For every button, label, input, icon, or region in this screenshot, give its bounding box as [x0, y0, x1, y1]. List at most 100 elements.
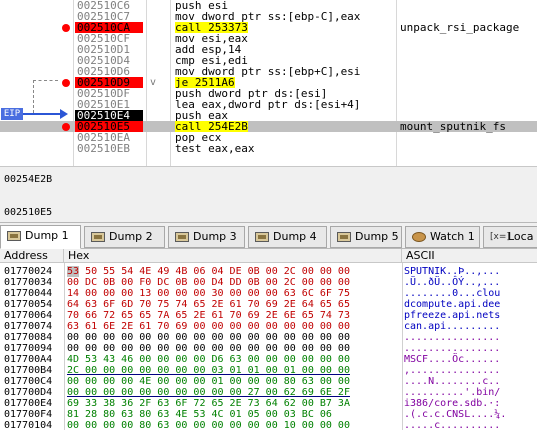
memory-icon: [255, 232, 269, 242]
dump-selected-byte[interactable]: 53: [67, 266, 80, 277]
tab-watch-1[interactable]: Watch 1: [405, 226, 480, 248]
dump-address: 01770034: [4, 277, 53, 288]
memory-icon: [175, 232, 189, 242]
breakpoint-icon[interactable]: [62, 123, 70, 131]
dump-address: 017700E4: [4, 398, 53, 409]
dump-row[interactable]: 01770104 00 00 00 00 80 63 00 00 00 00 00…: [0, 421, 537, 430]
dump-row[interactable]: 017700D4 00 00 00 00 00 00 00 00 00 00 27…: [0, 388, 537, 398]
dump-hex-bytes[interactable]: 00 00 00 00 80 63 00 00 00 00 00 00 10 0…: [67, 421, 350, 430]
dump-hex-bytes[interactable]: 2C 00 00 00 00 00 00 00 03 01 01 00 01 0…: [67, 366, 350, 376]
tab-label: Dump 1: [25, 229, 69, 242]
dump-ascii[interactable]: ........0...clou: [404, 289, 500, 299]
tab-label: Loca: [508, 230, 534, 243]
tab-dump-3[interactable]: Dump 3: [168, 226, 245, 248]
dump-ascii[interactable]: ,...............: [404, 366, 500, 376]
column-header-address[interactable]: Address: [0, 249, 64, 263]
column-header-ascii[interactable]: ASCII: [402, 249, 537, 263]
dump-row[interactable]: 017700F4 81 28 80 63 80 63 4E 53 4C 01 05…: [0, 410, 537, 420]
dump-address: 01770084: [4, 332, 53, 343]
dump-ascii[interactable]: ................: [404, 344, 500, 354]
eip-arrow: [23, 113, 63, 115]
tab-label: Dump 4: [273, 230, 317, 243]
breakpoint-icon[interactable]: [62, 79, 70, 87]
tab-dump-4[interactable]: Dump 4: [248, 226, 327, 248]
breakpoint-slot[interactable]: [62, 68, 70, 76]
column-header-hex[interactable]: Hex: [64, 249, 402, 263]
dump-row[interactable]: 01770064 70 66 72 65 65 7A 65 2E 61 70 69…: [0, 311, 537, 321]
dump-ascii[interactable]: dcompute.api.dee: [404, 300, 500, 310]
dump-address: 017700D4: [4, 387, 53, 398]
breakpoint-slot[interactable]: [62, 46, 70, 54]
dump-hex-bytes[interactable]: 63 61 6E 2E 61 70 69 00 00 00 00 00 00 0…: [67, 322, 350, 332]
breakpoint-slot[interactable]: [62, 145, 70, 153]
breakpoint-slot[interactable]: [62, 57, 70, 65]
breakpoint-slot[interactable]: [62, 13, 70, 21]
dump-hex-bytes[interactable]: 00 00 00 00 00 00 00 00 00 00 00 00 00 0…: [67, 344, 350, 354]
breakpoint-slot[interactable]: [62, 90, 70, 98]
dump-ascii[interactable]: can.api.........: [404, 322, 500, 332]
dump-ascii[interactable]: ..........'.bin/: [404, 388, 500, 398]
dump-column-headers: Address Hex ASCII: [0, 249, 537, 263]
dump-row[interactable]: 017700A4 4D 53 43 46 00 00 00 00 D6 63 00…: [0, 355, 537, 365]
dump-row[interactable]: 01770044 14 00 00 00 13 00 00 00 30 00 00…: [0, 289, 537, 299]
dump-ascii[interactable]: .Ü..ðÜ..ÔÝ..,...: [404, 278, 500, 288]
dump-address: 017700A4: [4, 354, 53, 365]
dump-tab-bar: Dump 1 Dump 2 Dump 3 Dump 4 Dump 5 Watch 1 [x=…: [0, 222, 537, 249]
dump-hex-bytes[interactable]: 00 00 00 00 00 00 00 00 00 00 27 00 62 6…: [67, 388, 350, 398]
breakpoint-slot[interactable]: [62, 2, 70, 10]
tab-loca[interactable]: [x=] Loca: [483, 226, 537, 248]
disasm-address: 002510EB: [77, 142, 130, 155]
tab-label: Dump 3: [193, 230, 237, 243]
dump-ascii[interactable]: i386/core.sdb.·:: [404, 399, 500, 409]
dump-ascii[interactable]: SPUTNIK..Þ..,...: [404, 267, 500, 277]
dump-hex-bytes[interactable]: 14 00 00 00 13 00 00 00 30 00 00 00 63 6…: [67, 289, 350, 299]
dump-row[interactable]: 01770074 63 61 6E 2E 61 70 69 00 00 00 00…: [0, 322, 537, 332]
disasm-comment: mount_sputnik_fs: [400, 120, 506, 133]
dump-row[interactable]: 01770024 53 50 55 54 4E 49 4B 06 04 DE 0B…: [0, 266, 537, 277]
info-address: 002510E5: [4, 207, 53, 218]
dump-hex-bytes[interactable]: 00 00 00 00 00 00 00 00 00 00 00 00 00 0…: [67, 333, 350, 343]
dump-row[interactable]: 01770084 00 00 00 00 00 00 00 00 00 00 00…: [0, 333, 537, 343]
dump-row[interactable]: 01770094 00 00 00 00 00 00 00 00 00 00 00…: [0, 344, 537, 354]
dump-row[interactable]: 01770054 64 63 6F 6D 70 75 74 65 2E 61 70…: [0, 300, 537, 310]
breakpoint-slot[interactable]: [62, 35, 70, 43]
hex-dump-view[interactable]: 01770024 53 50 55 54 4E 49 4B 06 04 DE 0B…: [0, 263, 537, 430]
dump-hex-bytes[interactable]: 4D 53 43 46 00 00 00 00 D6 63 00 00 00 0…: [67, 355, 350, 365]
eip-arrowhead-icon: [60, 109, 68, 119]
dump-hex-bytes[interactable]: 81 28 80 63 80 63 4E 53 4C 01 05 00 03 B…: [67, 410, 332, 420]
dump-hex-bytes[interactable]: 70 66 72 65 65 7A 65 2E 61 70 69 2E 6E 6…: [67, 311, 350, 321]
dump-address: 01770054: [4, 299, 53, 310]
tab-dump-5[interactable]: Dump 5: [330, 226, 402, 248]
dump-address: 01770074: [4, 321, 53, 332]
dump-ascii[interactable]: ................: [404, 333, 500, 343]
dump-address: 01770024: [4, 266, 53, 277]
dump-row[interactable]: 017700B4 2C 00 00 00 00 00 00 00 03 01 01…: [0, 366, 537, 376]
dump-address: 01770044: [4, 288, 53, 299]
disassembly-view[interactable]: 002510C6 push esi 002510C7 mov dword ptr ss…: [0, 0, 537, 166]
dump-address: 01770064: [4, 310, 53, 321]
memory-icon: [7, 231, 21, 241]
dump-row[interactable]: 01770034 00 DC 0B 00 F0 DC 0B 00 D4 DD 0B…: [0, 278, 537, 288]
dump-ascii[interactable]: pfreeze.api.nets: [404, 311, 500, 321]
dump-hex-bytes[interactable]: 53 50 55 54 4E 49 4B 06 04 DE 0B 00 2C 0…: [67, 266, 350, 277]
eip-marker: EIP: [1, 108, 23, 120]
dump-row[interactable]: 017700C4 00 00 00 00 4E 00 00 00 01 00 00…: [0, 377, 537, 387]
dump-ascii[interactable]: MSCF....Öc......: [404, 355, 500, 365]
disasm-row[interactable]: 002510EB test eax,eax: [0, 143, 537, 154]
tab-dump-1[interactable]: Dump 1: [0, 225, 81, 249]
jump-arrow-line: [33, 80, 58, 81]
dump-row[interactable]: 017700E4 69 33 38 36 2F 63 6F 72 65 2E 73…: [0, 399, 537, 409]
tab-dump-2[interactable]: Dump 2: [84, 226, 165, 248]
dump-ascii[interactable]: .....c..........: [404, 421, 500, 430]
tab-label: Watch 1: [430, 230, 475, 243]
dump-hex-bytes[interactable]: 00 00 00 00 4E 00 00 00 01 00 00 00 80 6…: [67, 377, 350, 387]
dump-ascii[interactable]: ....N........c..: [404, 377, 500, 387]
dump-ascii[interactable]: .(.c.c.CNSL....¼.: [404, 410, 506, 420]
dump-hex-bytes[interactable]: 00 DC 0B 00 F0 DC 0B 00 D4 DD 0B 00 2C 0…: [67, 278, 350, 288]
breakpoint-slot[interactable]: [62, 101, 70, 109]
dump-hex-bytes[interactable]: 64 63 6F 6D 70 75 74 65 2E 61 70 69 2E 6…: [67, 300, 350, 310]
dump-hex-bytes[interactable]: 69 33 38 36 2F 63 6F 72 65 2E 73 64 62 0…: [67, 399, 350, 409]
breakpoint-icon[interactable]: [62, 24, 70, 32]
disasm-comment: unpack_rsi_package: [400, 21, 520, 34]
breakpoint-slot[interactable]: [62, 134, 70, 142]
